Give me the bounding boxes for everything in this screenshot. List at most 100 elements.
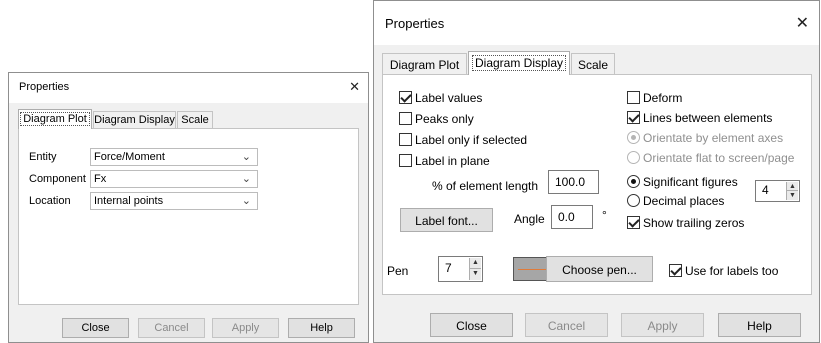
checkbox-label: Deform bbox=[643, 91, 683, 105]
cancel-button[interactable]: Cancel bbox=[138, 318, 205, 338]
precision-value: 4 bbox=[762, 183, 769, 197]
element-length-input[interactable]: 100.0 bbox=[548, 170, 599, 194]
component-label: Component bbox=[29, 173, 86, 185]
location-value: Internal points bbox=[94, 195, 164, 207]
checkbox-label: Label only if selected bbox=[415, 133, 528, 147]
entity-label: Entity bbox=[29, 151, 57, 163]
apply-button[interactable]: Apply bbox=[212, 318, 279, 338]
tab-label: Scale bbox=[181, 114, 209, 126]
radio-dot bbox=[627, 175, 640, 188]
close-icon[interactable]: ✕ bbox=[349, 79, 360, 95]
spin-down-icon[interactable]: ▼ bbox=[470, 269, 481, 280]
radio-label: Decimal places bbox=[643, 194, 725, 208]
tab-diagram-plot[interactable]: Diagram Plot bbox=[382, 53, 467, 75]
label-only-if-selected-checkbox[interactable]: Label only if selected bbox=[399, 133, 527, 147]
radio-dot bbox=[627, 194, 640, 207]
checkbox-label: Peaks only bbox=[415, 112, 474, 126]
precision-spinner[interactable]: 4 ▲ ▼ bbox=[755, 180, 800, 202]
location-label: Location bbox=[29, 195, 71, 207]
decimal-places-radio[interactable]: Decimal places bbox=[627, 194, 724, 208]
pen-spinner[interactable]: 7 ▲ ▼ bbox=[438, 256, 483, 282]
angle-value: 0.0 bbox=[558, 210, 575, 224]
close-button[interactable]: Close bbox=[430, 313, 513, 337]
checkbox-box bbox=[627, 216, 640, 229]
chevron-down-icon: ⌄ bbox=[241, 151, 251, 163]
spin-up-icon[interactable]: ▲ bbox=[470, 258, 481, 269]
tab-label: Diagram Plot bbox=[389, 58, 460, 72]
checkbox-box bbox=[399, 154, 412, 167]
tab-label: Diagram Display bbox=[94, 114, 175, 126]
close-button[interactable]: Close bbox=[62, 318, 129, 338]
help-button[interactable]: Help bbox=[288, 318, 355, 338]
checkbox-box bbox=[669, 264, 682, 277]
tab-label: Diagram Plot bbox=[20, 112, 90, 126]
significant-figures-radio[interactable]: Significant figures bbox=[627, 175, 738, 189]
spinner-buttons: ▲ ▼ bbox=[469, 258, 481, 280]
use-for-labels-checkbox[interactable]: Use for labels too bbox=[669, 264, 778, 278]
apply-button[interactable]: Apply bbox=[621, 313, 704, 337]
help-button[interactable]: Help bbox=[718, 313, 801, 337]
checkbox-label: Show trailing zeros bbox=[643, 216, 745, 230]
orientate-flat-radio[interactable]: Orientate flat to screen/page bbox=[627, 151, 794, 165]
tab-scale[interactable]: Scale bbox=[177, 111, 213, 129]
tab-strip: Diagram Plot Diagram Display Scale bbox=[18, 109, 358, 129]
orientate-element-axes-radio[interactable]: Orientate by element axes bbox=[627, 131, 783, 145]
checkbox-box bbox=[399, 133, 412, 146]
checkbox-box bbox=[627, 111, 640, 124]
tab-diagram-display[interactable]: Diagram Display bbox=[93, 111, 176, 129]
degree-symbol: ° bbox=[602, 208, 607, 222]
entity-value: Force/Moment bbox=[94, 151, 165, 163]
title-bar: Properties ✕ bbox=[9, 73, 368, 103]
cancel-button[interactable]: Cancel bbox=[525, 313, 608, 337]
checkbox-box bbox=[627, 91, 640, 104]
spin-up-icon[interactable]: ▲ bbox=[787, 182, 798, 191]
tab-panel: Entity Force/Moment ⌄ Component Fx ⌄ Loc… bbox=[18, 128, 359, 305]
dialog-title: Properties bbox=[19, 81, 70, 93]
checkbox-label: Label values bbox=[415, 91, 483, 105]
element-length-label: % of element length bbox=[432, 179, 539, 193]
component-value: Fx bbox=[94, 173, 107, 185]
properties-dialog-small: Properties ✕ Diagram Plot Diagram Displa… bbox=[8, 72, 369, 343]
tab-strip: Diagram Plot Diagram Display Scale bbox=[382, 51, 812, 75]
tab-label: Scale bbox=[577, 58, 609, 72]
radio-label: Orientate by element axes bbox=[643, 131, 784, 145]
close-icon[interactable]: ✕ bbox=[796, 13, 809, 33]
label-values-checkbox[interactable]: Label values bbox=[399, 91, 482, 105]
tab-scale[interactable]: Scale bbox=[571, 53, 615, 75]
checkbox-label: Lines between elements bbox=[643, 111, 773, 125]
pen-value: 7 bbox=[445, 261, 452, 275]
dialog-title: Properties bbox=[385, 16, 445, 31]
label-font-button[interactable]: Label font... bbox=[400, 208, 493, 232]
checkbox-box bbox=[399, 112, 412, 125]
entity-dropdown[interactable]: Force/Moment ⌄ bbox=[90, 148, 258, 166]
angle-label: Angle bbox=[514, 212, 545, 226]
choose-pen-button[interactable]: Choose pen... bbox=[546, 256, 653, 282]
label-in-plane-checkbox[interactable]: Label in plane bbox=[399, 154, 490, 168]
show-trailing-zeros-checkbox[interactable]: Show trailing zeros bbox=[627, 216, 744, 230]
spinner-buttons: ▲ ▼ bbox=[786, 182, 798, 200]
checkbox-label: Use for labels too bbox=[685, 264, 779, 278]
title-bar: Properties ✕ bbox=[374, 1, 819, 45]
radio-dot bbox=[627, 131, 640, 144]
radio-label: Significant figures bbox=[643, 175, 738, 189]
tab-diagram-plot[interactable]: Diagram Plot bbox=[18, 109, 92, 129]
deform-checkbox[interactable]: Deform bbox=[627, 91, 682, 105]
chevron-down-icon: ⌄ bbox=[241, 195, 251, 207]
tab-label: Diagram Display bbox=[471, 55, 567, 71]
properties-dialog-large: Properties ✕ Diagram Plot Diagram Displa… bbox=[373, 0, 820, 343]
radio-dot bbox=[627, 151, 640, 164]
element-length-value: 100.0 bbox=[555, 175, 586, 189]
angle-input[interactable]: 0.0 bbox=[551, 205, 593, 229]
tab-diagram-display[interactable]: Diagram Display bbox=[468, 51, 570, 75]
checkbox-label: Label in plane bbox=[415, 154, 490, 168]
tab-panel: Label values Peaks only Label only if se… bbox=[382, 74, 812, 295]
peaks-only-checkbox[interactable]: Peaks only bbox=[399, 112, 474, 126]
location-dropdown[interactable]: Internal points ⌄ bbox=[90, 192, 258, 210]
pen-label: Pen bbox=[387, 264, 409, 278]
radio-label: Orientate flat to screen/page bbox=[643, 151, 795, 165]
spin-down-icon[interactable]: ▼ bbox=[787, 191, 798, 200]
checkbox-box bbox=[399, 91, 412, 104]
chevron-down-icon: ⌄ bbox=[241, 173, 251, 185]
lines-between-elements-checkbox[interactable]: Lines between elements bbox=[627, 111, 772, 125]
component-dropdown[interactable]: Fx ⌄ bbox=[90, 170, 258, 188]
